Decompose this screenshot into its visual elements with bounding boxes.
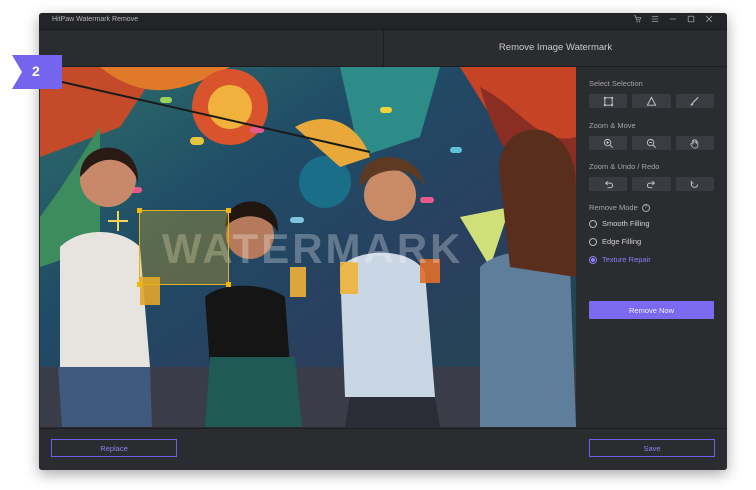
- header-bar: Remove Image Watermark: [39, 30, 727, 67]
- close-icon[interactable]: [705, 15, 713, 25]
- rectangle-select-icon[interactable]: [589, 94, 628, 108]
- undo-redo-tools: [589, 177, 714, 191]
- select-selection-label: Select Selection: [589, 79, 643, 88]
- selection-tools: [589, 94, 714, 108]
- menu-icon[interactable]: [651, 15, 659, 25]
- remove-mode-label: Remove Mode: [589, 203, 638, 212]
- footer-bar: Replace Save: [39, 428, 727, 470]
- crosshair-cursor-icon: [108, 211, 128, 231]
- mode-smooth-filling[interactable]: Smooth Filling: [589, 219, 650, 228]
- mode-texture-repair[interactable]: Texture Repair: [589, 255, 651, 264]
- radio-icon: [589, 219, 597, 228]
- mode-label: Edge Filling: [602, 237, 642, 246]
- tool-panel: Select Selection Zoom & Move Zoom & Undo…: [577, 67, 727, 427]
- replace-button[interactable]: Replace: [51, 439, 177, 457]
- selection-handle-tr[interactable]: [226, 208, 231, 213]
- zoom-undo-redo-label: Zoom & Undo / Redo: [589, 162, 660, 171]
- mode-label: Smooth Filling: [602, 219, 650, 228]
- mode-label: Texture Repair: [602, 255, 651, 264]
- image-canvas[interactable]: WATERMARK: [40, 67, 576, 427]
- header-left: [39, 30, 384, 66]
- radio-selected-icon: [589, 255, 597, 264]
- window-controls: [633, 15, 713, 25]
- help-icon[interactable]: ?: [641, 204, 650, 213]
- radio-icon: [589, 237, 597, 246]
- selection-handle-bl[interactable]: [137, 282, 142, 287]
- app-window: HitPaw Watermark Remove Remove Image Wat…: [39, 13, 727, 470]
- mode-edge-filling[interactable]: Edge Filling: [589, 237, 641, 246]
- zoom-move-label: Zoom & Move: [589, 121, 636, 130]
- redo-icon[interactable]: [632, 177, 671, 191]
- step-number: 2: [32, 63, 40, 79]
- remove-mode-header: Remove Mode?: [589, 203, 650, 213]
- header-title: Remove Image Watermark: [498, 42, 613, 53]
- save-button[interactable]: Save: [589, 439, 715, 457]
- hand-icon[interactable]: [675, 136, 714, 150]
- brush-icon[interactable]: [675, 94, 714, 108]
- app-title: HitPaw Watermark Remove: [52, 16, 139, 23]
- reset-icon[interactable]: [675, 177, 714, 191]
- title-bar: HitPaw Watermark Remove: [39, 13, 727, 30]
- zoom-in-icon[interactable]: [589, 136, 628, 150]
- selection-handle-br[interactable]: [226, 282, 231, 287]
- maximize-icon[interactable]: [687, 15, 695, 25]
- zoom-out-icon[interactable]: [632, 136, 671, 150]
- zoom-move-tools: [589, 136, 714, 150]
- minimize-icon[interactable]: [669, 15, 677, 25]
- selection-handle-tl[interactable]: [137, 208, 142, 213]
- undo-icon[interactable]: [589, 177, 628, 191]
- selection-box[interactable]: [137, 208, 231, 287]
- step-badge: 2: [12, 55, 62, 89]
- lasso-select-icon[interactable]: [632, 94, 671, 108]
- cart-icon[interactable]: [633, 15, 642, 25]
- remove-now-button[interactable]: Remove Now: [589, 301, 714, 319]
